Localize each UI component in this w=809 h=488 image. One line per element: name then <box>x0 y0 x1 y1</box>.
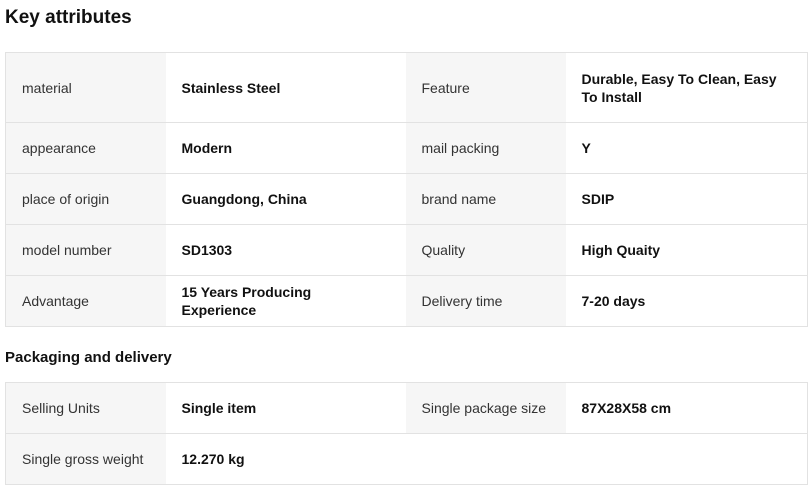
attribute-key: Selling Units <box>5 382 166 434</box>
table-row: model number SD1303 Quality High Quaity <box>5 224 808 276</box>
attribute-value: Stainless Steel <box>165 52 406 123</box>
packaging-heading: Packaging and delivery <box>5 349 172 366</box>
product-attributes-page: Key attributes material Stainless Steel … <box>0 0 809 488</box>
attribute-value: SDIP <box>565 173 808 225</box>
attribute-key: appearance <box>5 122 166 174</box>
attribute-value: 7-20 days <box>565 275 808 327</box>
table-row: place of origin Guangdong, China brand n… <box>5 173 808 225</box>
attribute-value: 12.270 kg <box>165 433 406 485</box>
attribute-value: Durable, Easy To Clean, Easy To Install <box>565 52 808 123</box>
attribute-key: place of origin <box>5 173 166 225</box>
table-row: Single gross weight 12.270 kg <box>5 433 808 485</box>
key-attributes-heading: Key attributes <box>5 7 132 28</box>
attribute-key: Single gross weight <box>5 433 166 485</box>
attribute-value: SD1303 <box>165 224 406 276</box>
attribute-value: High Quaity <box>565 224 808 276</box>
attribute-key: Single package size <box>405 382 566 434</box>
packaging-table: Selling Units Single item Single package… <box>5 382 808 485</box>
attribute-value: Modern <box>165 122 406 174</box>
attribute-key: Advantage <box>5 275 166 327</box>
table-row: Selling Units Single item Single package… <box>5 382 808 434</box>
attribute-key: Quality <box>405 224 566 276</box>
table-row: material Stainless Steel Feature Durable… <box>5 52 808 123</box>
attribute-value: 15 Years Producing Experience <box>165 275 406 327</box>
attribute-value: Y <box>565 122 808 174</box>
attribute-value: 87X28X58 cm <box>565 382 808 434</box>
empty-cell <box>565 433 808 485</box>
key-attributes-table: material Stainless Steel Feature Durable… <box>5 52 808 327</box>
table-row: appearance Modern mail packing Y <box>5 122 808 174</box>
attribute-key: model number <box>5 224 166 276</box>
table-row: Advantage 15 Years Producing Experience … <box>5 275 808 327</box>
empty-cell <box>405 433 566 485</box>
attribute-key: Feature <box>405 52 566 123</box>
attribute-key: mail packing <box>405 122 566 174</box>
attribute-key: Delivery time <box>405 275 566 327</box>
attribute-value: Guangdong, China <box>165 173 406 225</box>
attribute-value: Single item <box>165 382 406 434</box>
attribute-key: brand name <box>405 173 566 225</box>
attribute-key: material <box>5 52 166 123</box>
